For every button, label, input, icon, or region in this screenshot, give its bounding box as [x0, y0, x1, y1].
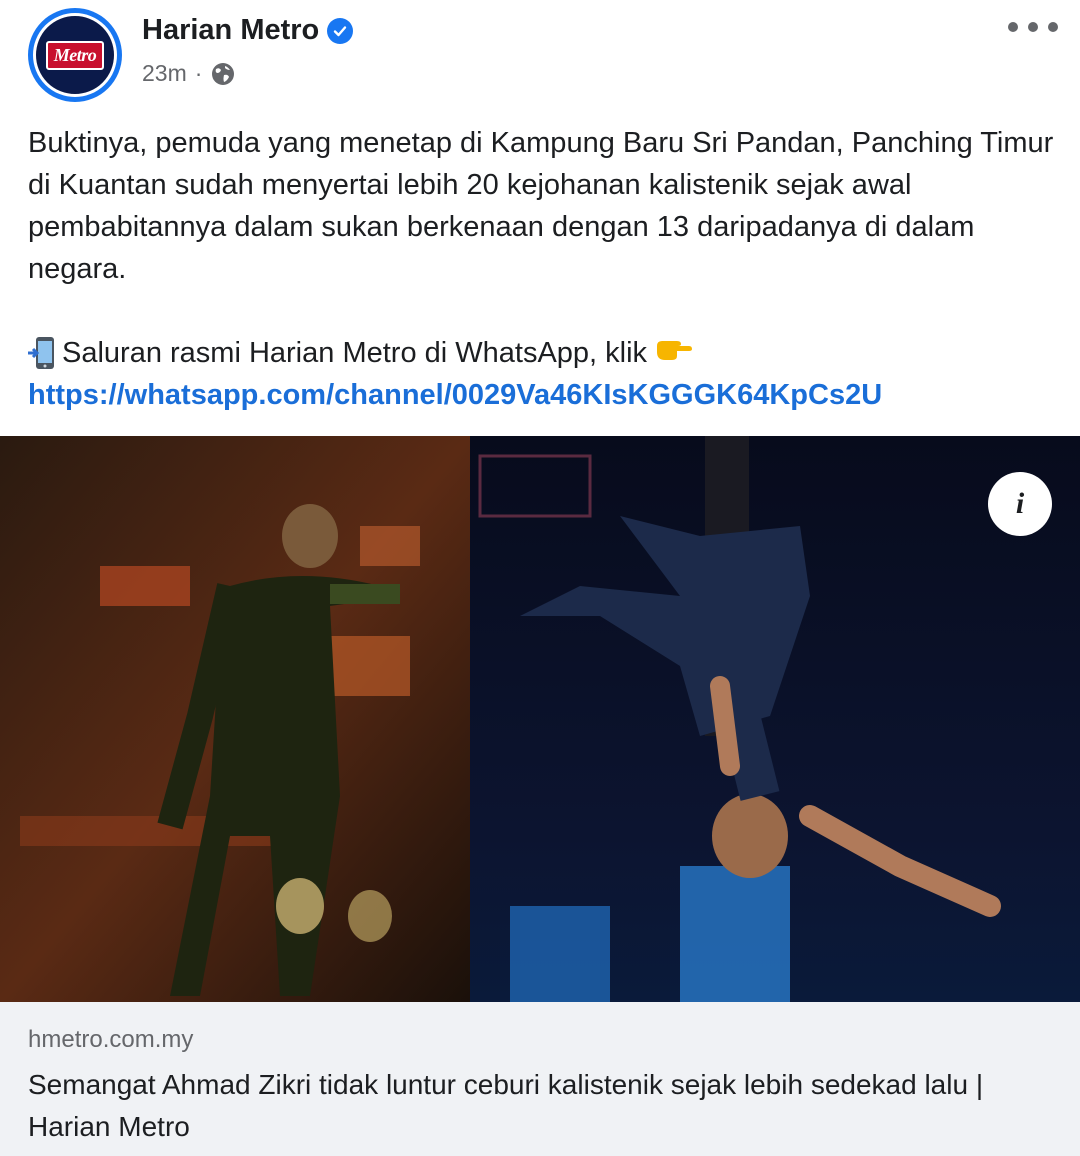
avatar-logo: Metro [33, 13, 117, 97]
logo-text: Metro [45, 40, 105, 70]
post-body-text: Buktinya, pemuda yang menetap di Kampung… [28, 127, 1054, 285]
info-icon[interactable]: i [988, 472, 1052, 536]
meta-separator: · [194, 60, 203, 86]
post-image[interactable]: i [0, 436, 1080, 1002]
more-dot [1048, 22, 1058, 32]
preview-domain: hmetro.com.my [28, 1026, 194, 1053]
page-name[interactable]: Harian Metro [142, 14, 319, 47]
more-dot [1028, 22, 1038, 32]
image-illustration [0, 436, 1080, 1002]
preview-title: Semangat Ahmad Zikri tidak luntur ceburi… [28, 1069, 984, 1142]
whatsapp-channel-link[interactable]: https://whatsapp.com/channel/0029Va46KIs… [28, 374, 882, 416]
whatsapp-line: Saluran rasmi Harian Metro di WhatsApp, … [28, 332, 693, 374]
verified-badge-icon [327, 17, 354, 44]
link-preview[interactable]: hmetro.com.my Semangat Ahmad Zikri tidak… [0, 1002, 1080, 1156]
more-dot [1008, 22, 1018, 32]
facebook-post: Metro Harian Metro 23m · Buktinya, pemud… [0, 0, 1080, 1156]
post-header: Metro Harian Metro 23m · [0, 0, 1080, 110]
more-options-button[interactable] [1008, 16, 1058, 38]
pointing-hand-icon [655, 332, 693, 374]
post-timestamp[interactable]: 23m [142, 60, 187, 87]
globe-icon [210, 61, 236, 87]
mobile-phone-arrow-icon [28, 336, 54, 370]
post-body: Buktinya, pemuda yang menetap di Kampung… [28, 122, 1058, 290]
page-name-row: Harian Metro [142, 14, 354, 47]
post-meta: 23m · [142, 60, 236, 87]
page-avatar[interactable]: Metro [28, 8, 122, 102]
whatsapp-text: Saluran rasmi Harian Metro di WhatsApp, … [62, 337, 648, 369]
